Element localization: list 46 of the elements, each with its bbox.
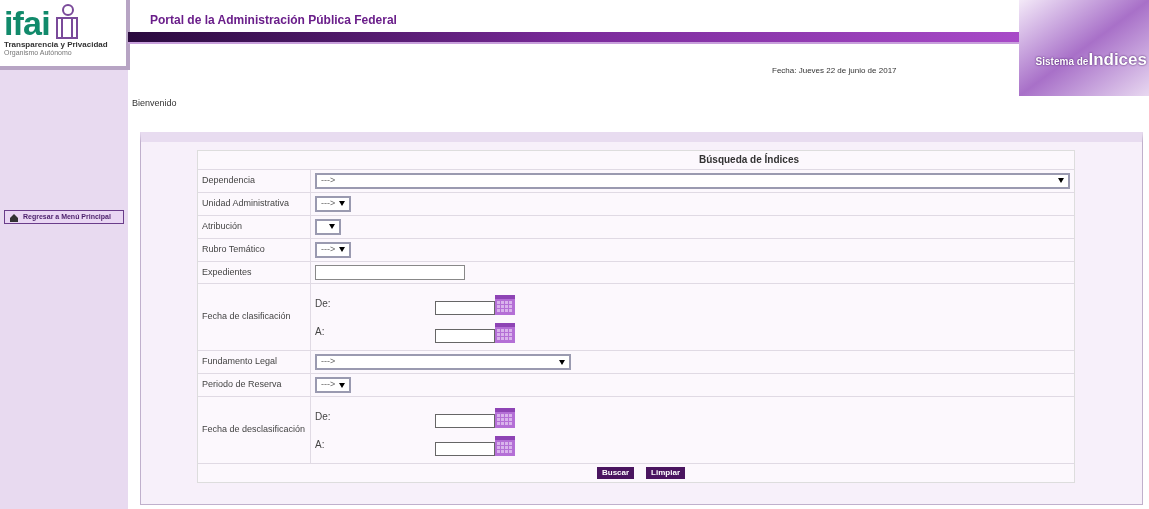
field-label: Fecha de desclasificación [198,397,311,463]
date-label: Fecha: Jueves 22 de junio de 2017 [772,65,898,77]
dropdown[interactable]: ---> [315,377,352,393]
calendar-icon[interactable] [495,436,515,456]
house-icon [9,212,19,222]
calendar-icon[interactable] [495,295,515,315]
field-label: A: [315,324,326,339]
form-button[interactable]: Buscar [596,467,635,479]
date-field[interactable] [435,329,495,343]
date-field[interactable] [435,414,495,428]
caret-icon [339,201,346,206]
figure-icon [53,4,80,40]
caret-icon [339,382,346,388]
field-label: Rubro Temático [198,238,311,261]
field-label: Periodo de Reserva [198,374,311,396]
form-title: Búsqueda de Índices [698,152,800,167]
date-field[interactable] [435,301,495,315]
dropdown[interactable]: ---> [315,172,1070,189]
field-label: Atribución [198,215,311,238]
portal-title: Portal de la Administración Pública Federal [150,12,398,29]
caret-icon [1058,178,1064,183]
banner-large-text: Indices [1088,51,1147,69]
dropdown[interactable]: ---> [315,354,571,370]
welcome-text: Bienvenido [132,97,178,110]
caret-icon [329,224,335,229]
dropdown[interactable]: ---> [315,195,352,212]
field-label: Unidad Administrativa [198,192,311,215]
field-label: Dependencia [198,169,311,192]
field-label: Fundamento Legal [198,351,311,373]
calendar-icon[interactable] [495,408,515,428]
calendar-icon[interactable] [495,323,515,343]
field-label: De: [315,296,332,311]
caret-icon [559,359,565,365]
field-label: Fecha de clasificación [198,284,311,350]
logo-letters: ifai [4,6,50,40]
text-field[interactable] [315,264,465,280]
dropdown[interactable]: ---> [315,241,352,258]
logo-tagline: Transparencia y Privacidad [4,40,109,49]
dropdown[interactable] [315,218,341,235]
date-field[interactable] [435,442,495,456]
caret-icon [339,247,346,252]
banner-small-text: Sistema de [1035,56,1089,69]
field-label: Expedientes [198,261,311,283]
field-label: De: [315,409,332,424]
form-button[interactable]: Limpiar [646,467,685,479]
field-label: A: [315,437,326,452]
